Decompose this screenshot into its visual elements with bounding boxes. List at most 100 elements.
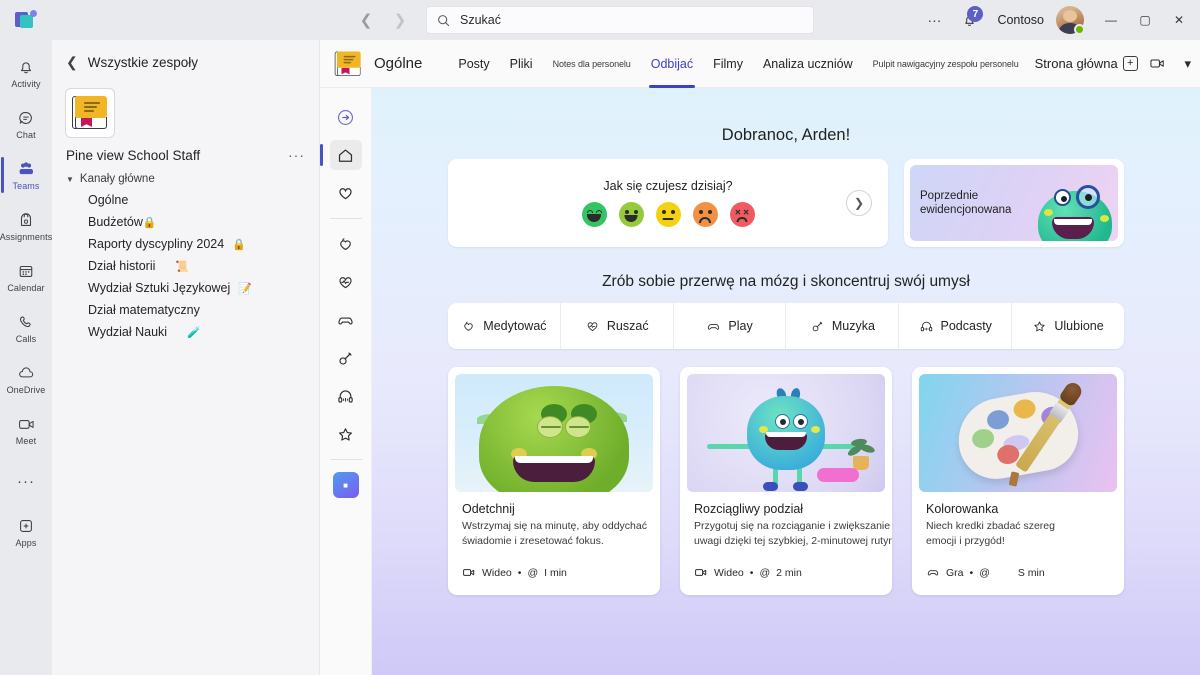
- history-nav: ❮ ❯ Szukać: [352, 6, 814, 34]
- sidebar-item-label: Assignments: [0, 232, 53, 242]
- clock-icon: @: [527, 566, 539, 579]
- category-podcasty[interactable]: Podcasty: [899, 303, 1013, 349]
- channel-item-dzial-historii[interactable]: Dział historii 📜: [52, 255, 319, 277]
- app-tile-icon[interactable]: ■: [330, 470, 362, 500]
- mood-next-button[interactable]: ❯: [846, 190, 872, 216]
- search-input[interactable]: Szukać: [426, 6, 814, 34]
- tab-pliki[interactable]: Pliki: [500, 40, 543, 88]
- all-teams-label: Wszystkie zespoły: [87, 55, 199, 70]
- tab-pulpit-nawigacyjny[interactable]: Pulpit nawigacyjny zespołu personelu: [863, 40, 1029, 88]
- sidebar-item-more[interactable]: ···: [0, 456, 52, 506]
- channel-item-wydzial-nauki[interactable]: Wydział Nauki 🧪: [52, 321, 319, 343]
- channel-name: Wydział Sztuki Językowej: [88, 281, 231, 295]
- back-icon[interactable]: ❮: [352, 6, 380, 34]
- sidebar-item-onedrive[interactable]: OneDrive: [0, 354, 52, 404]
- card-illustration-paint-palette: [919, 374, 1117, 492]
- team-more-options-icon[interactable]: ···: [288, 147, 305, 163]
- clock-icon: @: [979, 566, 990, 579]
- sidebar-item-label: Activity: [11, 79, 41, 89]
- sidebar-item-teams[interactable]: Teams: [0, 150, 52, 200]
- home-icon[interactable]: [319, 140, 362, 170]
- tenant-name: Contoso: [997, 13, 1044, 27]
- channel-item-ogolne[interactable]: Ogólne: [52, 189, 319, 211]
- sidebar-item-chat[interactable]: Chat: [0, 99, 52, 149]
- star-icon: [1032, 319, 1047, 334]
- category-filter-bar: Medytować Ruszać Play Muzyka Podcasty Ul…: [448, 303, 1124, 349]
- category-play[interactable]: Play: [674, 303, 787, 349]
- lock-icon: 🔒: [142, 216, 157, 229]
- notifications-button[interactable]: 7: [953, 5, 985, 35]
- video-icon[interactable]: [1144, 50, 1172, 78]
- category-medytowac[interactable]: Medytować: [448, 303, 561, 349]
- previous-checkins-card[interactable]: Poprzednie ewidencjonowana: [904, 159, 1124, 247]
- channel-item-wydzial-sztuki-jezykowej[interactable]: Wydział Sztuki Językowej 📝: [52, 277, 319, 299]
- meditate-icon[interactable]: [330, 229, 362, 259]
- card-meta: Wideo • @ I min: [455, 567, 653, 579]
- tab-notes-dla-personelu[interactable]: Notes dla personelu: [543, 40, 641, 88]
- category-label: Play: [728, 319, 753, 333]
- sidebar-item-label: Teams: [12, 181, 40, 191]
- sidebar-item-calendar[interactable]: Calendar: [0, 252, 52, 302]
- category-ulubione[interactable]: Ulubione: [1012, 303, 1124, 349]
- team-header: Pine view School Staff ···: [52, 137, 319, 165]
- all-teams-back-button[interactable]: ❮ Wszystkie zespoły: [52, 40, 319, 81]
- mood-option-bad[interactable]: [692, 202, 718, 227]
- more-options-icon[interactable]: ···: [919, 5, 949, 35]
- category-muzyka[interactable]: Muzyka: [786, 303, 900, 349]
- sidebar-item-calls[interactable]: Calls: [0, 303, 52, 353]
- guitar-icon[interactable]: [330, 343, 362, 373]
- sidebar-item-assignments[interactable]: Assignments: [0, 201, 52, 251]
- activity-card-odetchnij[interactable]: Odetchnij Wstrzymaj się na minutę, aby o…: [448, 367, 660, 595]
- category-label: Ulubione: [1054, 319, 1104, 333]
- calendar-icon: [17, 261, 35, 281]
- test-tube-icon: 🧪: [187, 326, 201, 339]
- sidebar-item-meet[interactable]: Meet: [0, 405, 52, 455]
- category-ruszac[interactable]: Ruszać: [561, 303, 674, 349]
- card-meta-type: Gra: [946, 566, 964, 579]
- bell-icon: [17, 57, 35, 77]
- headphones-icon[interactable]: [330, 381, 362, 411]
- mood-option-good[interactable]: [618, 202, 644, 227]
- close-button[interactable]: ✕: [1162, 0, 1196, 40]
- add-tab-button[interactable]: Strona główna +: [1029, 56, 1144, 71]
- mood-option-very-bad[interactable]: ✕ ✕: [729, 202, 755, 227]
- card-meta-separator: •: [969, 566, 974, 579]
- tab-filmy[interactable]: Filmy: [703, 40, 753, 88]
- maximize-button[interactable]: ▢: [1128, 0, 1162, 40]
- channel-item-budzetow[interactable]: Budżetów 🔒: [52, 211, 319, 233]
- activity-card-rozciagliwy-podzial[interactable]: Rozciągliwy podział Przygotuj się na roz…: [680, 367, 892, 595]
- team-name: Pine view School Staff: [66, 147, 201, 163]
- sidebar-item-label: Apps: [15, 538, 37, 548]
- sidebar-item-label: OneDrive: [6, 385, 46, 395]
- channel-item-dzial-matematyczny[interactable]: Dział matematyczny: [52, 299, 319, 321]
- channel-name: Ogólne: [88, 193, 129, 207]
- mood-option-neutral[interactable]: [655, 202, 681, 227]
- channel-item-raporty-dyscypliny-2024[interactable]: Raporty dyscypliny 2024 🔒: [52, 233, 319, 255]
- search-icon: [438, 14, 450, 26]
- card-meta-duration: I min: [544, 566, 567, 579]
- chevron-down-icon[interactable]: ▾: [1174, 50, 1200, 78]
- tab-analiza-uczniow[interactable]: Analiza uczniów: [753, 40, 863, 88]
- channel-header: Ogólne Posty Pliki Notes dla personelu O…: [320, 40, 1200, 88]
- channel-name: Dział matematyczny: [88, 303, 200, 317]
- tab-odbijac[interactable]: Odbijać: [641, 40, 703, 88]
- content-wrapper: ■ Dobranoc, Arden! Jak się czujesz dzisi…: [319, 88, 1200, 675]
- title-bar: ❮ ❯ Szukać ··· 7 Contoso — ▢ ✕: [0, 0, 1200, 40]
- card-meta-duration: S min: [1017, 566, 1045, 579]
- user-avatar[interactable]: [1056, 6, 1085, 35]
- tab-posty[interactable]: Posty: [448, 40, 499, 88]
- clock-icon: @: [759, 566, 771, 579]
- card-description-line-2: emocji i przygód!: [926, 534, 1005, 547]
- star-icon[interactable]: [330, 419, 362, 449]
- heart-icon[interactable]: [330, 178, 362, 208]
- sidebar-item-activity[interactable]: Activity: [0, 48, 52, 98]
- arrow-circle-right-icon[interactable]: [330, 102, 362, 132]
- game-controller-icon[interactable]: [330, 305, 362, 335]
- pulse-heart-icon[interactable]: [330, 267, 362, 297]
- mood-option-very-good[interactable]: [581, 202, 607, 227]
- channel-group-header[interactable]: ▼ Kanały główne: [52, 165, 319, 189]
- activity-card-kolorowanka[interactable]: Kolorowanka Niech kredki zbadać szereg e…: [912, 367, 1124, 595]
- sidebar-item-apps[interactable]: Apps: [0, 507, 52, 557]
- forward-icon[interactable]: ❯: [386, 6, 414, 34]
- minimize-button[interactable]: —: [1094, 0, 1128, 40]
